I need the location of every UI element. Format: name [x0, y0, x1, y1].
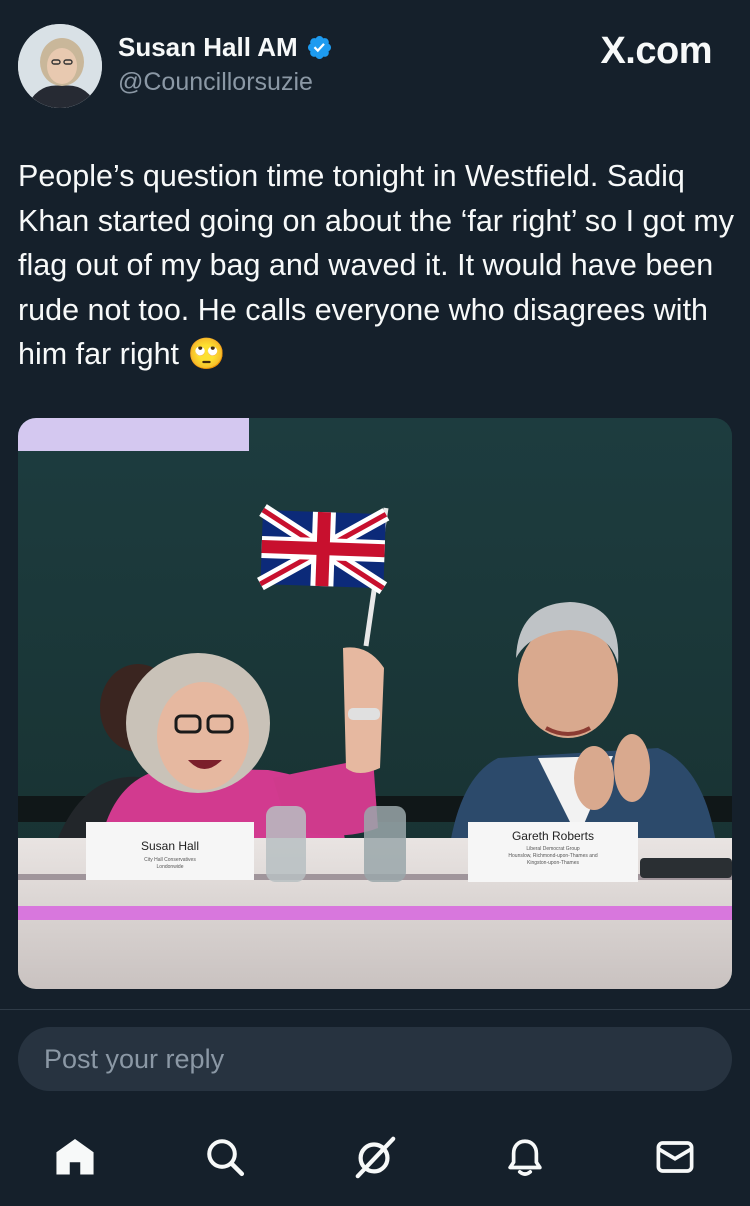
nav-home[interactable]	[52, 1134, 98, 1180]
display-name-text: Susan Hall AM	[118, 32, 298, 62]
nav-messages[interactable]	[652, 1134, 698, 1180]
post-image[interactable]: Susan Hall City Hall Conservatives Londo…	[18, 418, 732, 989]
avatar-image	[18, 24, 102, 108]
reply-box[interactable]	[18, 1027, 732, 1091]
avatar[interactable]	[18, 24, 102, 108]
verified-badge-icon	[307, 35, 331, 60]
bottom-nav	[0, 1118, 750, 1198]
nameplate-right-line3: Kingston-upon-Thames	[527, 860, 579, 866]
search-icon	[207, 1139, 245, 1177]
notifications-icon	[508, 1139, 542, 1176]
nav-search[interactable]	[202, 1134, 248, 1180]
nameplate-left-line2: Londonwide	[157, 864, 184, 870]
nameplate-right-name: Gareth Roberts	[512, 829, 594, 843]
photo-illustration: Susan Hall City Hall Conservatives Londo…	[18, 418, 732, 989]
nameplate-right-line1: Liberal Democrat Group	[526, 846, 580, 852]
nameplate-left-line1: City Hall Conservatives	[144, 857, 196, 863]
grok-icon	[355, 1136, 396, 1179]
post-text: People’s question time tonight in Westfi…	[18, 159, 743, 371]
messages-icon	[656, 1141, 694, 1173]
brand-logo: X.com	[600, 30, 712, 72]
nameplate-left-name: Susan Hall	[141, 839, 199, 853]
home-icon	[56, 1138, 94, 1175]
author-name[interactable]: Susan Hall AM	[118, 32, 333, 63]
nav-notifications[interactable]	[502, 1134, 548, 1180]
divider	[0, 1009, 750, 1010]
nameplate-right-line2: Hounslow, Richmond-upon-Thames and	[508, 853, 597, 859]
nav-grok[interactable]	[352, 1134, 398, 1180]
post-header: Susan Hall AM @Councillorsuzie X.com	[0, 0, 750, 120]
author-handle[interactable]: @Councillorsuzie	[118, 68, 313, 97]
reply-input[interactable]	[42, 1042, 706, 1076]
